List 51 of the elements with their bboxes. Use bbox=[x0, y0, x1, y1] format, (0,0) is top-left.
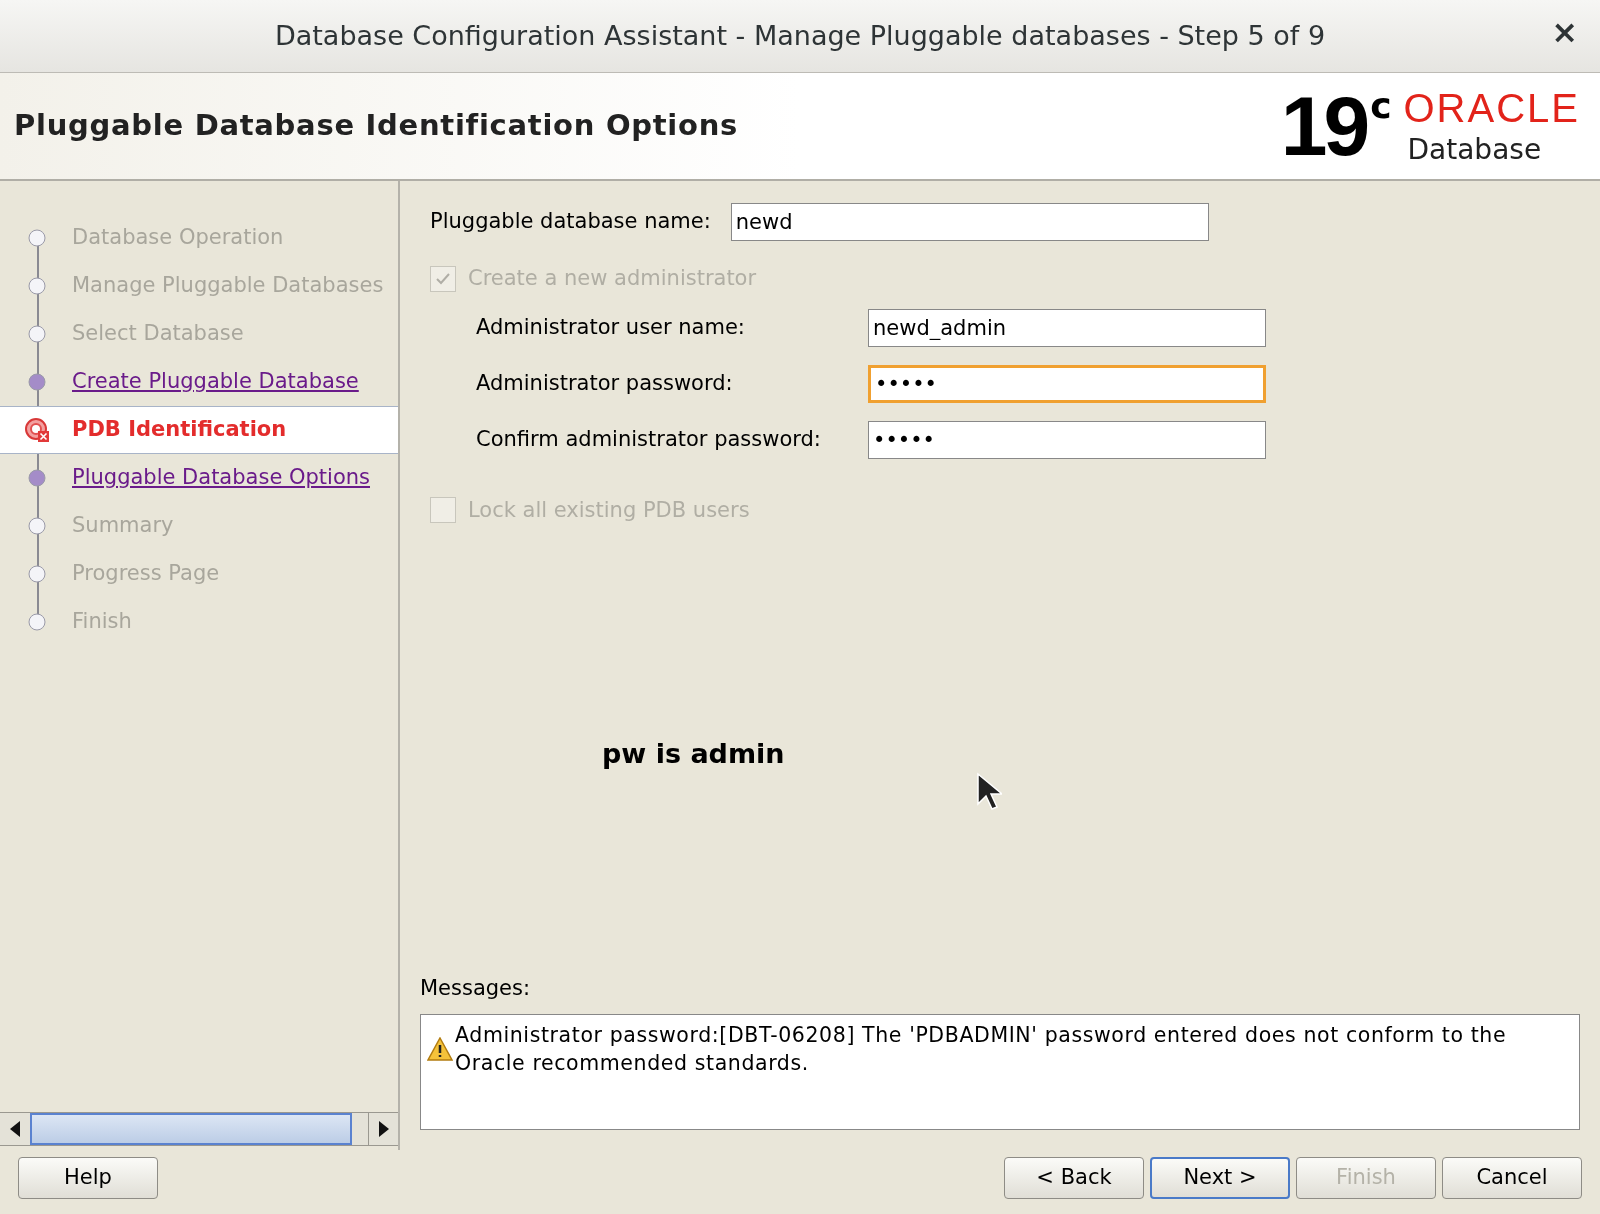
pdb-name-field[interactable]: newd bbox=[730, 203, 1209, 241]
version-suffix: c bbox=[1370, 88, 1392, 124]
close-button[interactable]: × bbox=[1551, 16, 1578, 48]
dialog-button[interactable]: Help bbox=[18, 1157, 158, 1199]
step-label: Pluggable Database Options bbox=[72, 464, 370, 492]
input-field[interactable]: ••••• bbox=[868, 420, 1266, 459]
step-label: Select Database bbox=[72, 320, 244, 348]
dialog-button[interactable]: < Back bbox=[1004, 1157, 1144, 1199]
step-item[interactable]: PDB Identification bbox=[0, 406, 398, 454]
step-dot-icon bbox=[28, 469, 46, 487]
messages-label: Messages: bbox=[420, 974, 532, 1002]
step-label: Finish bbox=[72, 608, 132, 636]
step-dot-icon bbox=[28, 517, 46, 535]
step-dot-icon bbox=[28, 277, 46, 295]
input-field[interactable]: newd_admin bbox=[868, 308, 1266, 347]
step-dot-icon bbox=[28, 229, 46, 247]
scrollbar-thumb[interactable] bbox=[30, 1113, 352, 1145]
input-field[interactable]: ••••• bbox=[868, 364, 1266, 403]
error-step-icon bbox=[24, 417, 50, 443]
field-label: Confirm administrator password: bbox=[476, 425, 822, 453]
step-item[interactable]: Pluggable Database Options bbox=[0, 454, 398, 502]
step-label: Database Operation bbox=[72, 224, 284, 252]
horizontal-scrollbar[interactable] bbox=[0, 1112, 398, 1146]
checkbox-label: Create a new administrator bbox=[468, 265, 757, 292]
step-dot-icon bbox=[28, 373, 46, 391]
field-label: Pluggable database name: bbox=[430, 208, 711, 236]
step-label: Manage Pluggable Databases bbox=[72, 272, 384, 300]
step-dot-icon bbox=[28, 325, 46, 343]
step-label: Progress Page bbox=[72, 560, 220, 588]
step-dot-icon bbox=[28, 613, 46, 631]
annotation-note: pw is admin bbox=[602, 737, 785, 771]
page-title: Pluggable Database Identification Options bbox=[14, 107, 739, 145]
warning-icon bbox=[427, 1037, 453, 1061]
step-dot-icon bbox=[28, 565, 46, 583]
scroll-left-icon[interactable] bbox=[10, 1121, 20, 1137]
field-label: Administrator password: bbox=[476, 369, 734, 397]
step-label: PDB Identification bbox=[72, 416, 287, 444]
dialog-button[interactable]: Cancel bbox=[1442, 1157, 1582, 1199]
mouse-pointer-icon bbox=[976, 772, 1002, 812]
version-number: 19 bbox=[1280, 84, 1367, 168]
step-item[interactable]: Create Pluggable Database bbox=[0, 358, 398, 406]
step-label: Summary bbox=[72, 512, 174, 540]
product-name: Database bbox=[1407, 136, 1542, 164]
message-text: Administrator password:[DBT-06208] The 'PDBADMIN' password entered does not conform to the Oracle recommended standards. bbox=[455, 1022, 1508, 1077]
brand-logo-text: ORACLE bbox=[1403, 88, 1580, 128]
checkbox-label: Lock all existing PDB users bbox=[468, 496, 750, 524]
window-title: Database Configuration Assistant - Manage Pluggable databases - Step 5 of 9 bbox=[274, 18, 1326, 53]
scroll-right-icon[interactable] bbox=[378, 1121, 389, 1137]
dialog-button[interactable]: Next > bbox=[1150, 1157, 1290, 1199]
step-label: Create Pluggable Database bbox=[72, 368, 359, 396]
field-label: Administrator user name: bbox=[476, 313, 746, 341]
